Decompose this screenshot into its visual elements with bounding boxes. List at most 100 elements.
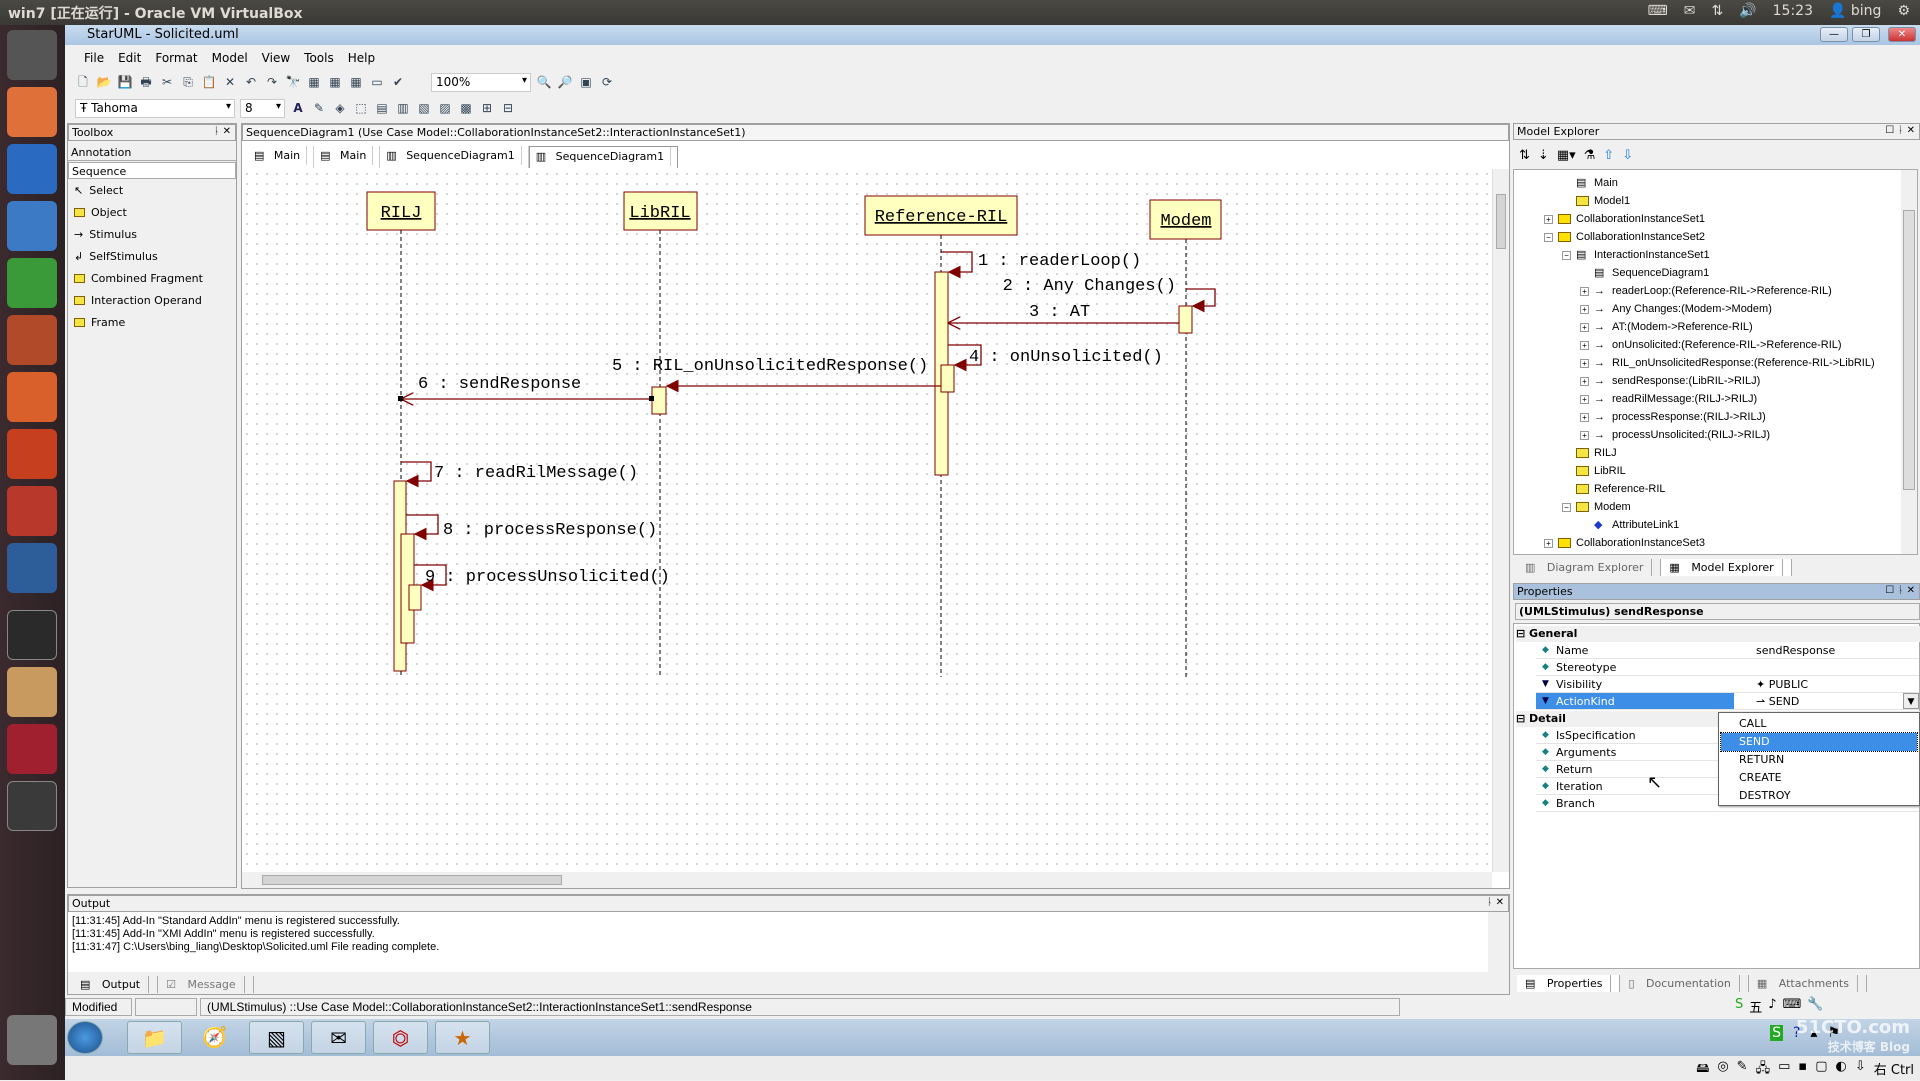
- selection-handle[interactable]: [649, 396, 654, 401]
- tree-item[interactable]: RILJ: [1562, 444, 1617, 462]
- ubuntu-one-icon[interactable]: [7, 429, 57, 479]
- tool-interaction-operand[interactable]: Interaction Operand: [74, 294, 202, 307]
- paste-icon[interactable]: 📋: [201, 74, 217, 90]
- prop-value[interactable]: sendResponse: [1756, 642, 1835, 659]
- menu-edit[interactable]: Edit: [111, 49, 148, 67]
- clock[interactable]: 15:23: [1773, 3, 1813, 19]
- tab-properties[interactable]: ▤ Properties: [1517, 974, 1621, 992]
- tab-sequence-diagram-active[interactable]: ▥ SequenceDiagram1: [528, 146, 679, 168]
- collapse-icon[interactable]: −: [1562, 502, 1571, 512]
- font-size-select[interactable]: 8: [240, 98, 285, 118]
- virtualbox-icon[interactable]: [7, 543, 57, 593]
- message-arrow-7[interactable]: [401, 461, 432, 488]
- collapse-icon[interactable]: −: [1544, 232, 1553, 242]
- align-icon[interactable]: ▩: [458, 100, 474, 116]
- message-label[interactable]: 2 : Any Changes(): [1003, 277, 1176, 296]
- move-down-icon[interactable]: ⇩: [1622, 148, 1633, 163]
- ime-mode-icon[interactable]: 五: [1749, 997, 1762, 1016]
- tab-output[interactable]: ▤ Output: [72, 975, 159, 993]
- close-button[interactable]: ✕: [1888, 27, 1916, 42]
- tool-combined-fragment[interactable]: Combined Fragment: [74, 272, 203, 285]
- files-icon[interactable]: [7, 87, 57, 137]
- tree-item[interactable]: LibRIL: [1562, 462, 1626, 480]
- diagram-icon[interactable]: ▦: [327, 74, 343, 90]
- tree-item[interactable]: + → RIL_onUnsolicitedResponse:(Reference-R…: [1580, 354, 1875, 372]
- paint-app-icon[interactable]: ▧: [249, 1021, 304, 1054]
- window-pin-close-icons[interactable]: ☐ ᚿ ✕: [1885, 125, 1915, 136]
- ime-logo-icon[interactable]: S: [1735, 997, 1743, 1016]
- align-icon[interactable]: ▧: [416, 100, 432, 116]
- pin-close-icons[interactable]: ᚿ ✕: [213, 126, 231, 137]
- tree-item[interactable]: ▤ Main: [1562, 174, 1618, 192]
- toolbox-section-sequence[interactable]: Sequence: [68, 162, 236, 179]
- menu-file[interactable]: File: [77, 49, 111, 67]
- tree-item[interactable]: + → onUnsolicited:(Reference-RIL->Referenc…: [1580, 336, 1842, 354]
- save-icon[interactable]: 💾: [117, 74, 133, 90]
- tree-scrollbar[interactable]: [1901, 170, 1917, 554]
- tool-frame[interactable]: Frame: [74, 316, 125, 329]
- redo-icon[interactable]: ↷: [264, 74, 280, 90]
- open-icon[interactable]: 📂: [96, 74, 112, 90]
- tree-item[interactable]: + → processUnsolicited:(RILJ->RILJ): [1580, 426, 1770, 444]
- option-create[interactable]: CREATE: [1721, 769, 1917, 787]
- refresh-icon[interactable]: ⟳: [599, 74, 615, 90]
- trash-icon[interactable]: [7, 1015, 57, 1065]
- pin-close-icons[interactable]: ᚿ ✕: [1486, 897, 1504, 908]
- expand-icon[interactable]: +: [1580, 304, 1589, 314]
- output-log[interactable]: [11:31:45] Add-In "Standard AddIn" menu …: [68, 912, 1488, 972]
- move-up-icon[interactable]: ⇧: [1603, 148, 1614, 163]
- cut-icon[interactable]: ✂: [159, 74, 175, 90]
- model-tree[interactable]: ▤ Main Model1 + CollaborationInstanceSet1− Co…: [1513, 169, 1918, 555]
- export-icon[interactable]: ▭: [369, 74, 385, 90]
- explorer-icon[interactable]: 📁: [127, 1021, 182, 1054]
- print-icon[interactable]: 🖶: [138, 74, 154, 90]
- align-icon[interactable]: ⊞: [479, 100, 495, 116]
- tree-item[interactable]: − CollaborationInstanceSet2: [1544, 228, 1705, 246]
- section-general[interactable]: ⊟ General: [1516, 626, 1920, 642]
- verify-icon[interactable]: ✔: [390, 74, 406, 90]
- outlook-icon[interactable]: ✉: [311, 1021, 366, 1054]
- zoom-select[interactable]: 100%: [431, 72, 531, 92]
- cpu-icon[interactable]: ▢: [1815, 1059, 1827, 1081]
- diagram-canvas[interactable]: RILJ LibRIL Reference-RIL Modem 1 : read…: [242, 169, 1492, 872]
- message-label[interactable]: 7 : readRilMessage(): [434, 464, 638, 483]
- tab-attachments[interactable]: ▦ Attachments: [1749, 974, 1867, 992]
- prop-value[interactable]: ⇀ SEND: [1756, 693, 1799, 710]
- prop-name[interactable]: ◆ Name sendResponse: [1536, 642, 1919, 659]
- menu-format[interactable]: Format: [148, 49, 204, 67]
- software-center-icon[interactable]: [7, 372, 57, 422]
- expand-icon[interactable]: +: [1580, 286, 1589, 296]
- prop-visibility[interactable]: ▼ Visibility ✦ PUBLIC: [1536, 676, 1919, 693]
- tree-item[interactable]: ▤ SequenceDiagram1: [1580, 264, 1709, 282]
- zoom-out-icon[interactable]: 🔎: [557, 74, 573, 90]
- menu-view[interactable]: View: [255, 49, 297, 67]
- tab-documentation[interactable]: ▯ Documentation: [1620, 974, 1749, 992]
- expand-icon[interactable]: +: [1580, 340, 1589, 350]
- keyboard-icon[interactable]: ⌨: [1648, 3, 1668, 19]
- message-label[interactable]: 8 : processResponse(): [443, 521, 657, 540]
- wine-icon[interactable]: [7, 724, 57, 774]
- volume-icon[interactable]: 🔊: [1739, 3, 1756, 19]
- ime-punct-icon[interactable]: ♪: [1768, 997, 1776, 1016]
- sort-alpha-icon[interactable]: ⇣: [1538, 148, 1549, 163]
- option-return[interactable]: RETURN: [1721, 751, 1917, 769]
- selection-handle[interactable]: [398, 396, 403, 401]
- shared-folder-icon[interactable]: ▭: [1778, 1059, 1790, 1081]
- impress-icon[interactable]: [7, 315, 57, 365]
- mail-icon[interactable]: ✉: [1684, 3, 1696, 19]
- tree-item[interactable]: Reference-RIL: [1562, 480, 1666, 498]
- expand-icon[interactable]: +: [1580, 394, 1589, 404]
- tool-object[interactable]: Object: [74, 206, 127, 219]
- horizontal-scrollbar[interactable]: [242, 872, 1492, 888]
- zoom-in-icon[interactable]: 🔍: [536, 74, 552, 90]
- calc-icon[interactable]: [7, 258, 57, 308]
- delete-icon[interactable]: ✕: [222, 74, 238, 90]
- tool-self-stimulus[interactable]: ↲ SelfStimulus: [74, 250, 158, 263]
- fit-icon[interactable]: ▣: [578, 74, 594, 90]
- window-pin-close-icons[interactable]: ☐ ᚿ ✕: [1885, 585, 1915, 596]
- align-icon[interactable]: ⬚: [353, 100, 369, 116]
- message-label[interactable]: 4 : onUnsolicited(): [969, 348, 1163, 367]
- dash-icon[interactable]: [7, 30, 57, 80]
- acrobat-icon[interactable]: ⏣: [373, 1021, 428, 1054]
- vertical-scrollbar[interactable]: [1492, 169, 1509, 872]
